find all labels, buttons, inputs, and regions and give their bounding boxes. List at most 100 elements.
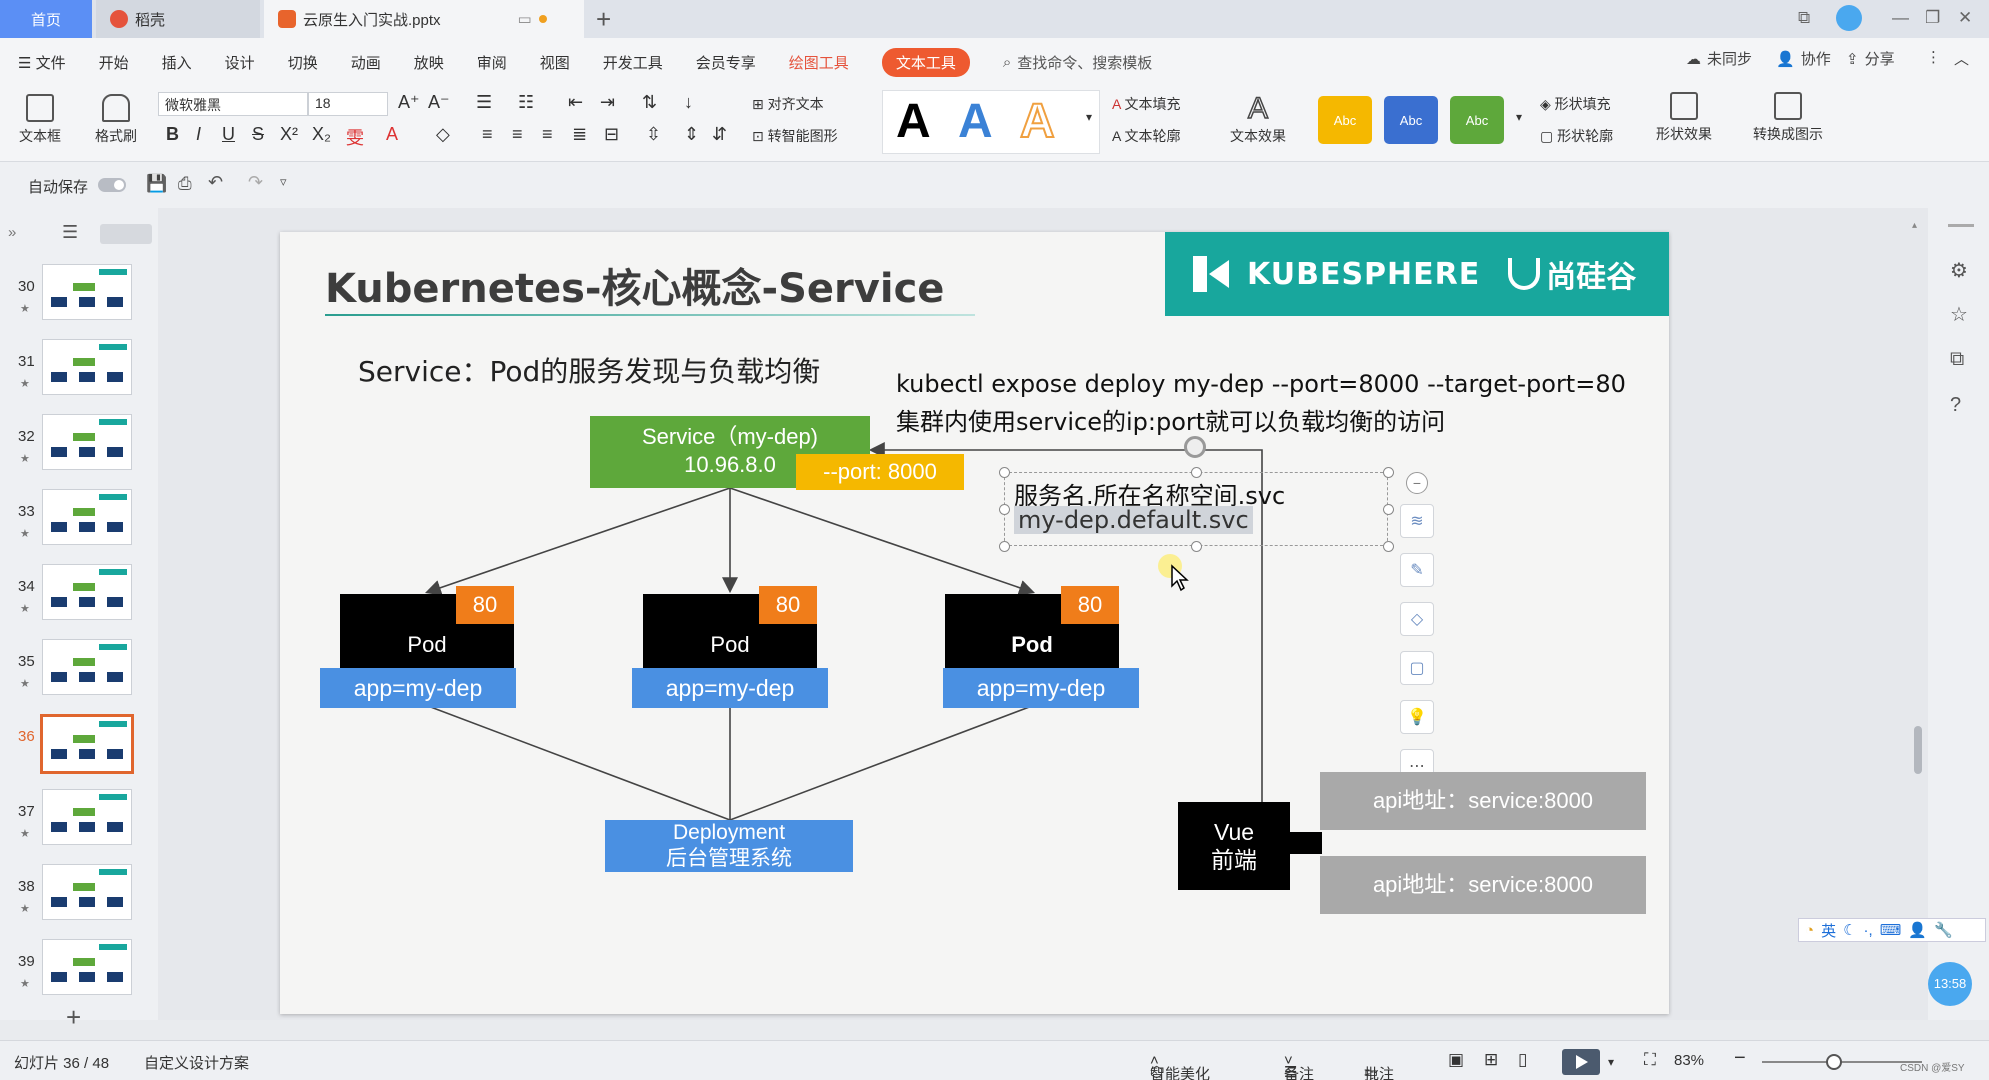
- dns-example-text[interactable]: my-dep.default.svc: [1014, 506, 1253, 534]
- vertical-scrollbar[interactable]: ▴: [1912, 220, 1922, 1010]
- api-address-2[interactable]: api地址：service:8000: [1320, 856, 1646, 914]
- minimize-icon[interactable]: —: [1892, 8, 1909, 28]
- align-left-icon[interactable]: ≡: [482, 124, 493, 145]
- layers-icon[interactable]: ≋: [1400, 504, 1434, 538]
- slide-thumbnail[interactable]: 32 ★: [0, 414, 158, 484]
- resize-handle[interactable]: [999, 504, 1010, 515]
- collapse-icon[interactable]: −: [1406, 472, 1428, 494]
- menu-file[interactable]: ☰ 文件: [18, 52, 66, 73]
- sort-icon[interactable]: ↓: [684, 92, 693, 113]
- tab-home[interactable]: 首页: [0, 0, 92, 38]
- resize-handle[interactable]: [1383, 504, 1394, 515]
- zoom-slider-knob[interactable]: [1826, 1054, 1842, 1070]
- increase-indent-icon[interactable]: ⇥: [600, 92, 615, 113]
- add-slide-icon[interactable]: +: [66, 1002, 81, 1033]
- shape-effect-button[interactable]: 形状效果: [1644, 92, 1724, 144]
- text-direction-icon[interactable]: ⇅: [642, 92, 657, 113]
- slide-thumbnail[interactable]: 31 ★: [0, 339, 158, 409]
- expand-panel-icon[interactable]: »: [8, 224, 16, 241]
- more-icon[interactable]: ⋮: [1926, 48, 1941, 66]
- slide-preview[interactable]: [42, 489, 132, 545]
- user-icon[interactable]: 👤: [1908, 921, 1927, 939]
- text-fill-button[interactable]: A 文本填充: [1112, 94, 1180, 114]
- scroll-up-icon[interactable]: ▴: [1912, 220, 1917, 231]
- wrench-icon[interactable]: 🔧: [1934, 921, 1953, 939]
- pod-2-app-label[interactable]: app=my-dep: [632, 668, 828, 708]
- sync-status[interactable]: ☁ 未同步: [1686, 48, 1752, 69]
- menu-animation[interactable]: 动画: [351, 52, 381, 73]
- sorter-view-icon[interactable]: ⊞: [1484, 1050, 1498, 1070]
- pod-1[interactable]: Pod 80: [340, 586, 514, 668]
- smart-beautify-button[interactable]: ⬡ 智能美化 ˄: [1150, 1052, 1210, 1080]
- slide-preview[interactable]: [42, 939, 132, 995]
- api-address-1[interactable]: api地址：service:8000: [1320, 772, 1646, 830]
- superscript-icon[interactable]: X²: [280, 124, 298, 145]
- strikethrough-icon[interactable]: S: [252, 124, 264, 145]
- menu-view[interactable]: 视图: [540, 52, 570, 73]
- vue-frontend-box[interactable]: Vue 前端: [1178, 802, 1290, 890]
- notes-button[interactable]: ☰ 备注 ˅: [1284, 1052, 1314, 1080]
- menu-design[interactable]: 设计: [225, 52, 255, 73]
- text-style-black[interactable]: A: [896, 94, 931, 149]
- slide-preview[interactable]: [42, 564, 132, 620]
- autosave-toggle[interactable]: [98, 178, 126, 192]
- italic-icon[interactable]: I: [196, 124, 201, 145]
- convert-diagram-button[interactable]: 转换成图示: [1740, 92, 1836, 144]
- redo-icon[interactable]: ↷: [248, 172, 263, 193]
- pod-2[interactable]: Pod 80: [643, 586, 817, 668]
- bold-icon[interactable]: B: [166, 124, 179, 145]
- layout-icon[interactable]: ⧉: [1798, 8, 1810, 28]
- save-icon[interactable]: 💾: [146, 174, 167, 194]
- resize-handle[interactable]: [1191, 541, 1202, 552]
- smartart-button[interactable]: ⊡ 转智能图形: [752, 126, 838, 146]
- text-effect-button[interactable]: A 文本效果: [1220, 91, 1296, 146]
- slide-thumbnail[interactable]: 34 ★: [0, 564, 158, 634]
- font-name-select[interactable]: 微软雅黑: [158, 92, 308, 116]
- columns-icon[interactable]: ⇵: [712, 124, 727, 145]
- fit-window-icon[interactable]: ⛶: [1644, 1050, 1656, 1070]
- slide-thumbnail[interactable]: 30 ★: [0, 264, 158, 334]
- slide-36[interactable]: Kubernetes-核心概念-Service KUBESPHERE 尚硅谷 S…: [280, 232, 1669, 1014]
- fill-icon[interactable]: ◇: [1400, 602, 1434, 636]
- user-avatar[interactable]: [1836, 5, 1862, 31]
- collab-button[interactable]: 👤 协作: [1776, 48, 1831, 69]
- slide-preview[interactable]: [42, 414, 132, 470]
- pod-3[interactable]: Pod 80: [945, 586, 1119, 668]
- slide-preview[interactable]: [42, 864, 132, 920]
- slide-thumbnail[interactable]: 39 ★: [0, 939, 158, 1009]
- slide-thumbnail[interactable]: 37 ★: [0, 789, 158, 859]
- gallery-more-icon[interactable]: ▾: [1086, 110, 1092, 124]
- text-outline-button[interactable]: A 文本轮廓: [1112, 126, 1180, 146]
- port-tag[interactable]: --port: 8000: [796, 454, 964, 490]
- scroll-thumb[interactable]: [1914, 726, 1922, 774]
- menu-draw-tools[interactable]: 绘图工具: [789, 52, 849, 73]
- shrink-font-icon[interactable]: A⁻: [428, 92, 450, 113]
- justify-icon[interactable]: ≣: [572, 124, 587, 145]
- thumbnail-view-icon[interactable]: [100, 224, 152, 244]
- menu-insert[interactable]: 插入: [162, 52, 192, 73]
- font-size-select[interactable]: 18: [308, 92, 388, 116]
- format-painter-button[interactable]: 格式刷: [86, 94, 146, 146]
- shape-outline-button[interactable]: ▢ 形状轮廓: [1540, 126, 1613, 146]
- moon-icon[interactable]: ☾: [1843, 921, 1856, 939]
- zoom-level[interactable]: 83%: [1674, 1052, 1704, 1069]
- play-slideshow-button[interactable]: [1562, 1049, 1600, 1075]
- font-color-icon[interactable]: A: [386, 124, 398, 145]
- zoom-out-icon[interactable]: −: [1734, 1047, 1746, 1070]
- slide-preview[interactable]: [42, 789, 132, 845]
- menu-developer[interactable]: 开发工具: [603, 52, 663, 73]
- design-scheme[interactable]: 自定义设计方案: [144, 1052, 249, 1073]
- restore-icon[interactable]: ❐: [1925, 8, 1940, 28]
- resize-handle[interactable]: [1383, 541, 1394, 552]
- menu-review[interactable]: 审阅: [477, 52, 507, 73]
- clear-format-icon[interactable]: ◇: [436, 124, 450, 145]
- slide-thumbnail[interactable]: 33 ★: [0, 489, 158, 559]
- print-icon[interactable]: ⎙: [178, 174, 192, 194]
- new-tab-icon[interactable]: +: [596, 4, 611, 35]
- properties-icon[interactable]: ⚙: [1950, 258, 1968, 283]
- star-icon[interactable]: ☆: [1950, 302, 1968, 327]
- grow-font-icon[interactable]: A⁺: [398, 92, 420, 113]
- pod-3-app-label[interactable]: app=my-dep: [943, 668, 1139, 708]
- punct-icon[interactable]: ·,: [1864, 922, 1873, 939]
- pen-icon[interactable]: ✎: [1400, 553, 1434, 587]
